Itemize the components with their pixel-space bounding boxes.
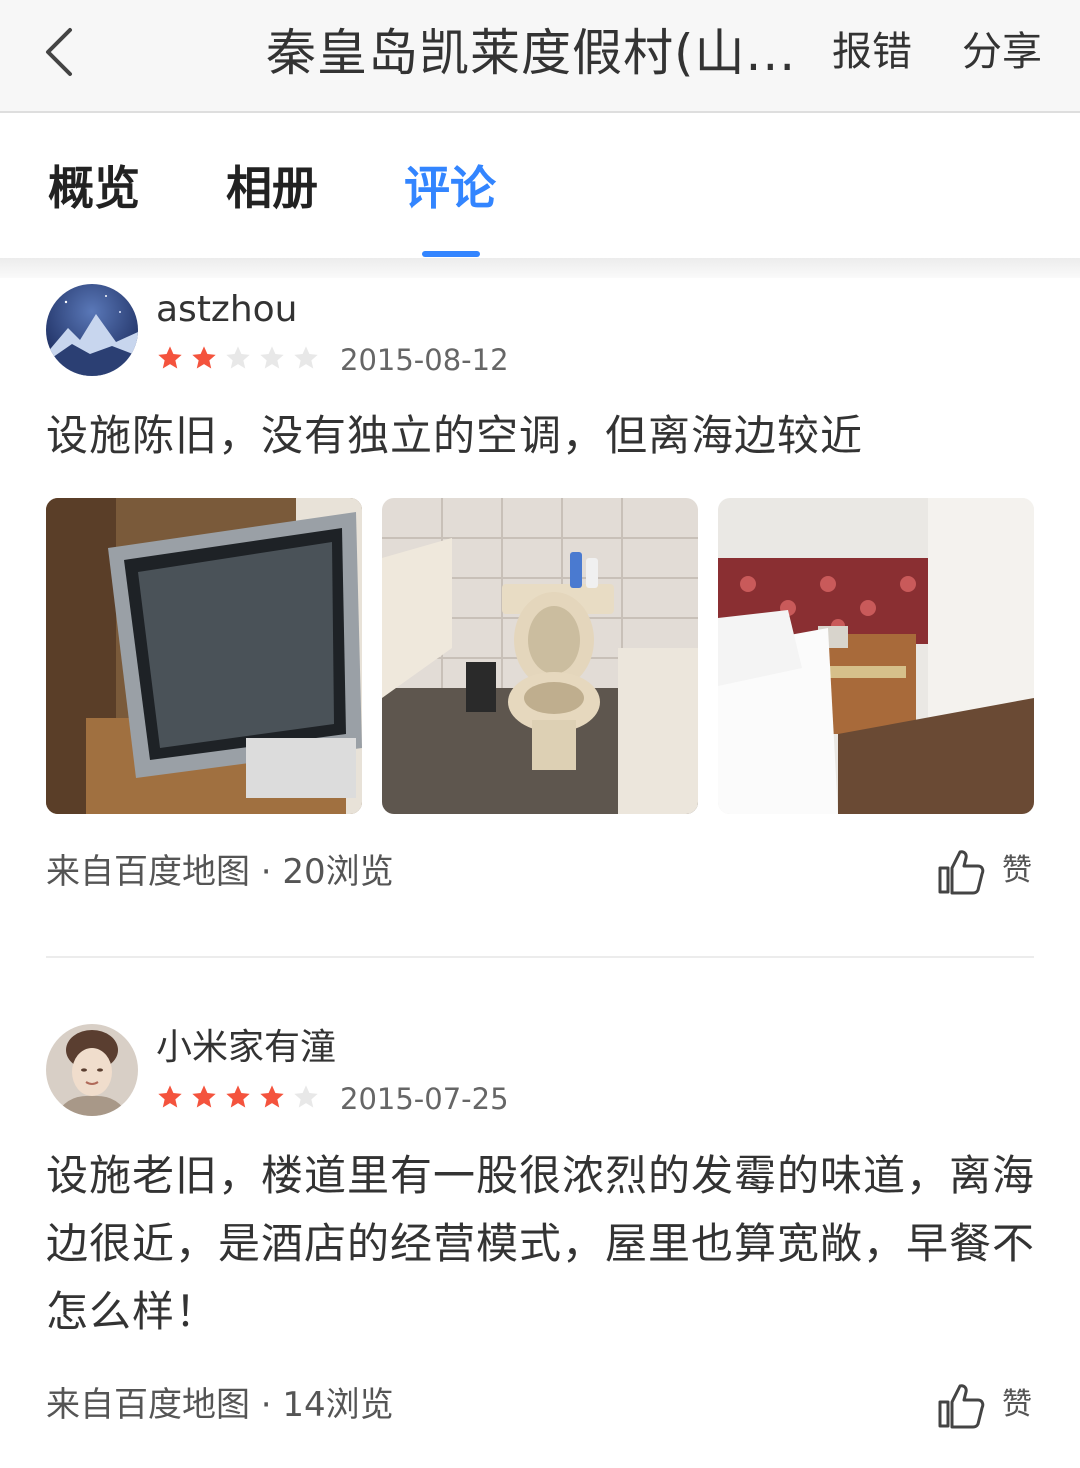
review-source: 来自百度地图 · 14浏览 — [46, 1385, 394, 1425]
review-photo[interactable] — [718, 498, 1034, 814]
hotel-review-page: 秦皇岛凯莱度假村(山... 报错 分享 概览 相册 评论 astzhou 201… — [0, 0, 1080, 1468]
like-label: 赞 — [1002, 853, 1032, 888]
thumbs-up-icon — [938, 850, 985, 895]
avatar[interactable] — [46, 1024, 138, 1116]
tab-overview[interactable]: 概览 — [48, 153, 140, 223]
review-text: 设施陈旧，没有独立的空调，但离海边较近 — [46, 411, 864, 460]
review-date: 2015-07-25 — [340, 1082, 509, 1116]
tab-reviews[interactable]: 评论 — [404, 153, 496, 223]
bed-photo — [718, 498, 1034, 814]
back-button[interactable] — [36, 24, 96, 84]
like-label: 赞 — [1002, 1387, 1032, 1422]
review-divider — [46, 956, 1034, 958]
toilet-photo — [382, 498, 698, 814]
star-empty-icon — [292, 1083, 326, 1115]
like-button[interactable]: 赞 — [936, 1380, 1046, 1430]
avatar-portrait-image — [46, 1024, 138, 1116]
tab-bar-shadow — [0, 258, 1080, 278]
report-error-button[interactable]: 报错 — [832, 24, 912, 80]
star-filled-icon — [258, 1083, 292, 1115]
review-text: 设施老旧，楼道里有一股很浓烈的发霉的味道，离海边很近，是酒店的经营模式，屋里也算… — [46, 1151, 1036, 1336]
active-tab-indicator — [422, 251, 480, 257]
review-source: 来自百度地图 · 20浏览 — [46, 852, 394, 892]
thumbs-up-icon — [938, 1384, 985, 1429]
avatar[interactable] — [46, 284, 138, 376]
star-filled-icon — [224, 1083, 258, 1115]
star-filled-icon — [190, 344, 224, 376]
rating-stars — [156, 1083, 326, 1115]
chevron-left-icon — [46, 28, 72, 76]
page-title: 秦皇岛凯莱度假村(山... — [266, 24, 797, 82]
review-photo[interactable] — [46, 498, 362, 814]
like-button[interactable]: 赞 — [936, 846, 1046, 896]
review-date: 2015-08-12 — [340, 343, 509, 377]
review-photos — [46, 498, 1034, 814]
tab-bar: 概览 相册 评论 — [0, 115, 1080, 258]
share-button[interactable]: 分享 — [962, 24, 1042, 80]
star-empty-icon — [224, 344, 258, 376]
avatar-mountain-image — [46, 284, 138, 376]
tv-photo — [46, 498, 362, 814]
review-username: 小米家有潼 — [156, 1027, 337, 1068]
star-empty-icon — [258, 344, 292, 376]
review-username: astzhou — [156, 289, 298, 330]
rating-stars — [156, 344, 326, 376]
star-filled-icon — [190, 1083, 224, 1115]
review-photo[interactable] — [382, 498, 698, 814]
star-filled-icon — [156, 344, 190, 376]
top-nav-bar: 秦皇岛凯莱度假村(山... 报错 分享 — [0, 0, 1080, 113]
star-filled-icon — [156, 1083, 190, 1115]
star-empty-icon — [292, 344, 326, 376]
tab-album[interactable]: 相册 — [226, 153, 318, 223]
